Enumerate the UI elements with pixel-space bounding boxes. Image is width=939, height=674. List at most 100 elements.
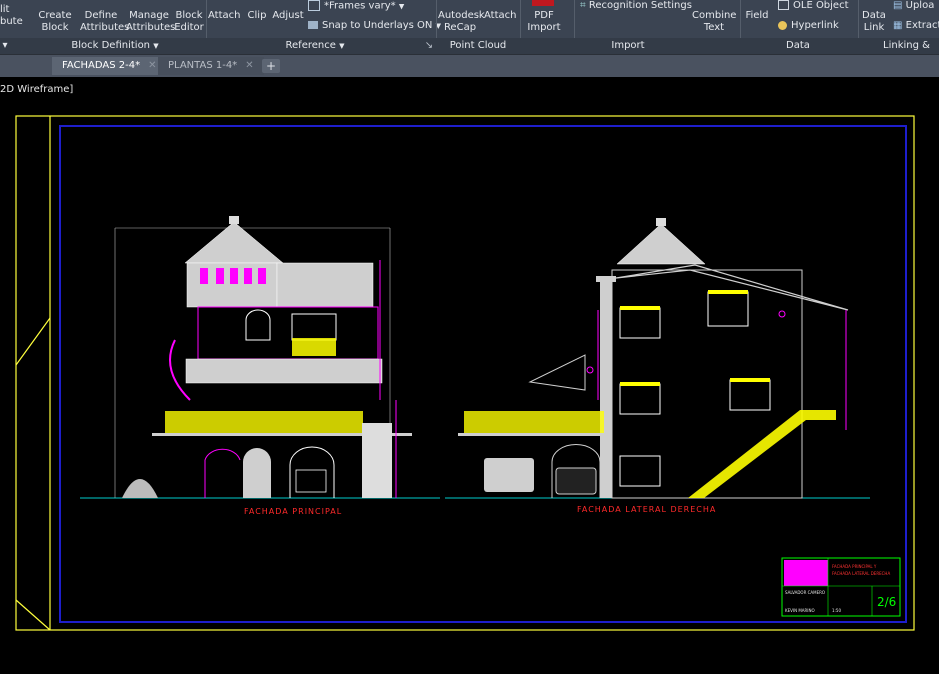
snap-underlays-dropdown[interactable]: Snap to Underlays ON ▼ xyxy=(308,20,441,32)
pdf-import-button[interactable]: PDF Import xyxy=(524,10,564,34)
window xyxy=(230,268,238,284)
upper-block xyxy=(276,262,374,308)
hyperlink-button[interactable]: Hyperlink xyxy=(778,20,839,32)
close-icon[interactable]: ✕ xyxy=(148,57,156,75)
define-attributes-button[interactable]: Define Attributes xyxy=(80,10,129,34)
car xyxy=(555,467,597,495)
stamp-author: SALVADOR CAMERO xyxy=(785,590,825,595)
close-icon[interactable]: ✕ xyxy=(245,57,253,75)
data-link-button[interactable]: Data Link xyxy=(860,10,888,34)
extract-button[interactable]: ▦ Extract xyxy=(893,20,939,32)
side-elevation-title: FACHADA LATERAL DERECHA xyxy=(577,505,716,514)
frames-icon xyxy=(308,0,320,11)
side-elevation xyxy=(445,218,870,499)
chimney xyxy=(600,280,612,498)
new-tab-button[interactable]: + xyxy=(262,59,280,73)
reference-panel[interactable]: Reference ▼ xyxy=(260,38,370,54)
stamp-scale: 1:50 xyxy=(832,608,841,613)
panel-arrow[interactable]: ▾ xyxy=(0,38,10,54)
window xyxy=(295,469,327,493)
clip-button[interactable]: Clip xyxy=(244,10,270,22)
block-editor-button[interactable]: Block Editor xyxy=(174,10,204,34)
window xyxy=(729,379,771,411)
slab xyxy=(185,358,383,384)
shrub xyxy=(122,479,158,498)
create-block-button[interactable]: Create Block xyxy=(38,10,72,34)
window xyxy=(216,268,224,284)
window xyxy=(619,383,661,415)
viewport-style-label[interactable]: 2D Wireframe] xyxy=(0,84,73,95)
side-wall xyxy=(362,423,392,498)
dropdown-arrow-icon: ▼ xyxy=(398,2,405,11)
combine-text-button[interactable]: Combine Text xyxy=(692,10,736,34)
arched-window xyxy=(245,309,271,341)
attach-point-cloud-button[interactable]: Attach xyxy=(484,10,516,22)
upload-icon: ▤ xyxy=(893,0,903,11)
tab-plantas[interactable]: PLANTAS 1-4* ✕ xyxy=(158,57,264,75)
arch xyxy=(204,448,241,498)
tower-roof xyxy=(616,223,706,265)
window xyxy=(258,268,266,284)
edit-attribute-button[interactable]: lit bute xyxy=(0,4,23,28)
arched-door xyxy=(243,448,271,498)
panel-launcher-icon[interactable]: ↘ xyxy=(424,38,434,54)
ground-railing xyxy=(165,411,363,433)
dropdown-arrow-icon: ▼ xyxy=(153,42,159,50)
attach-button[interactable]: Attach xyxy=(208,10,240,22)
roof-line xyxy=(615,264,849,311)
frame-diagonal xyxy=(15,317,51,366)
field-button[interactable]: Field xyxy=(744,10,770,22)
manage-attributes-button[interactable]: Manage Attributes xyxy=(126,10,175,34)
dropdown-arrow-icon: ▼ xyxy=(339,42,345,50)
front-elevation-title: FACHADA PRINCIPAL xyxy=(244,507,342,516)
file-tab-bar: FACHADAS 2-4* ✕ PLANTAS 1-4* ✕ + xyxy=(0,55,939,77)
data-panel[interactable]: Data xyxy=(760,38,836,54)
stamp-title-line2: FACHADA LATERAL DERECHA xyxy=(832,571,890,576)
linking-panel[interactable]: Linking & xyxy=(874,38,939,54)
title-block: FACHADA PRINCIPAL Y FACHADA LATERAL DERE… xyxy=(781,557,901,617)
window xyxy=(244,268,252,284)
terrace-slab xyxy=(458,433,608,436)
window-sill xyxy=(730,378,770,382)
frame-diagonal xyxy=(15,599,51,631)
upload-button[interactable]: ▤ Uploa xyxy=(893,0,934,12)
stamp-logo xyxy=(784,560,828,586)
stamp-sheet-number: 2/6 xyxy=(877,595,896,609)
snap-icon xyxy=(308,21,318,29)
window xyxy=(707,291,749,327)
stamp-title-line1: FACHADA PRINCIPAL Y xyxy=(832,564,877,569)
light-fixture xyxy=(778,310,786,318)
window xyxy=(200,268,208,284)
sheet-frame xyxy=(15,115,915,631)
autodesk-recap-button[interactable]: Autodesk ReCap xyxy=(438,10,485,34)
ole-object-button[interactable]: OLE Object xyxy=(778,0,849,12)
exterior-stair xyxy=(688,410,836,498)
recognition-icon: ⌗ xyxy=(580,0,586,11)
drawing-canvas[interactable]: FACHADA PRINCIPAL FACHADA LATERAL DERECH… xyxy=(0,100,939,674)
point-cloud-panel[interactable]: Point Cloud xyxy=(440,38,516,54)
chimney-cap xyxy=(596,276,616,282)
arch xyxy=(289,446,335,498)
window xyxy=(291,313,337,341)
frames-vary-dropdown[interactable]: *Frames vary* ▼ xyxy=(308,0,404,13)
side-roof xyxy=(528,354,586,391)
light-fixture xyxy=(586,366,594,374)
pdf-icon xyxy=(532,0,554,6)
ribbon: lit bute Create Block Define Attributes … xyxy=(0,0,939,55)
window xyxy=(619,307,661,339)
globe-icon xyxy=(778,20,787,30)
car xyxy=(484,458,534,492)
tab-fachadas[interactable]: FACHADAS 2-4* ✕ xyxy=(52,57,167,75)
balcony-railing xyxy=(292,338,336,356)
window-sill xyxy=(620,306,660,310)
front-elevation xyxy=(80,216,440,499)
import-panel[interactable]: Import xyxy=(580,38,676,54)
recognition-settings-button[interactable]: ⌗ Recognition Settings xyxy=(580,0,692,12)
roof-finial xyxy=(656,218,666,226)
extract-icon: ▦ xyxy=(893,20,903,31)
terrace-railing xyxy=(464,411,604,433)
block-definition-panel[interactable]: Block Definition ▼ xyxy=(60,38,170,54)
window-sill xyxy=(708,290,748,294)
window xyxy=(619,455,661,487)
adjust-button[interactable]: Adjust xyxy=(272,10,304,22)
